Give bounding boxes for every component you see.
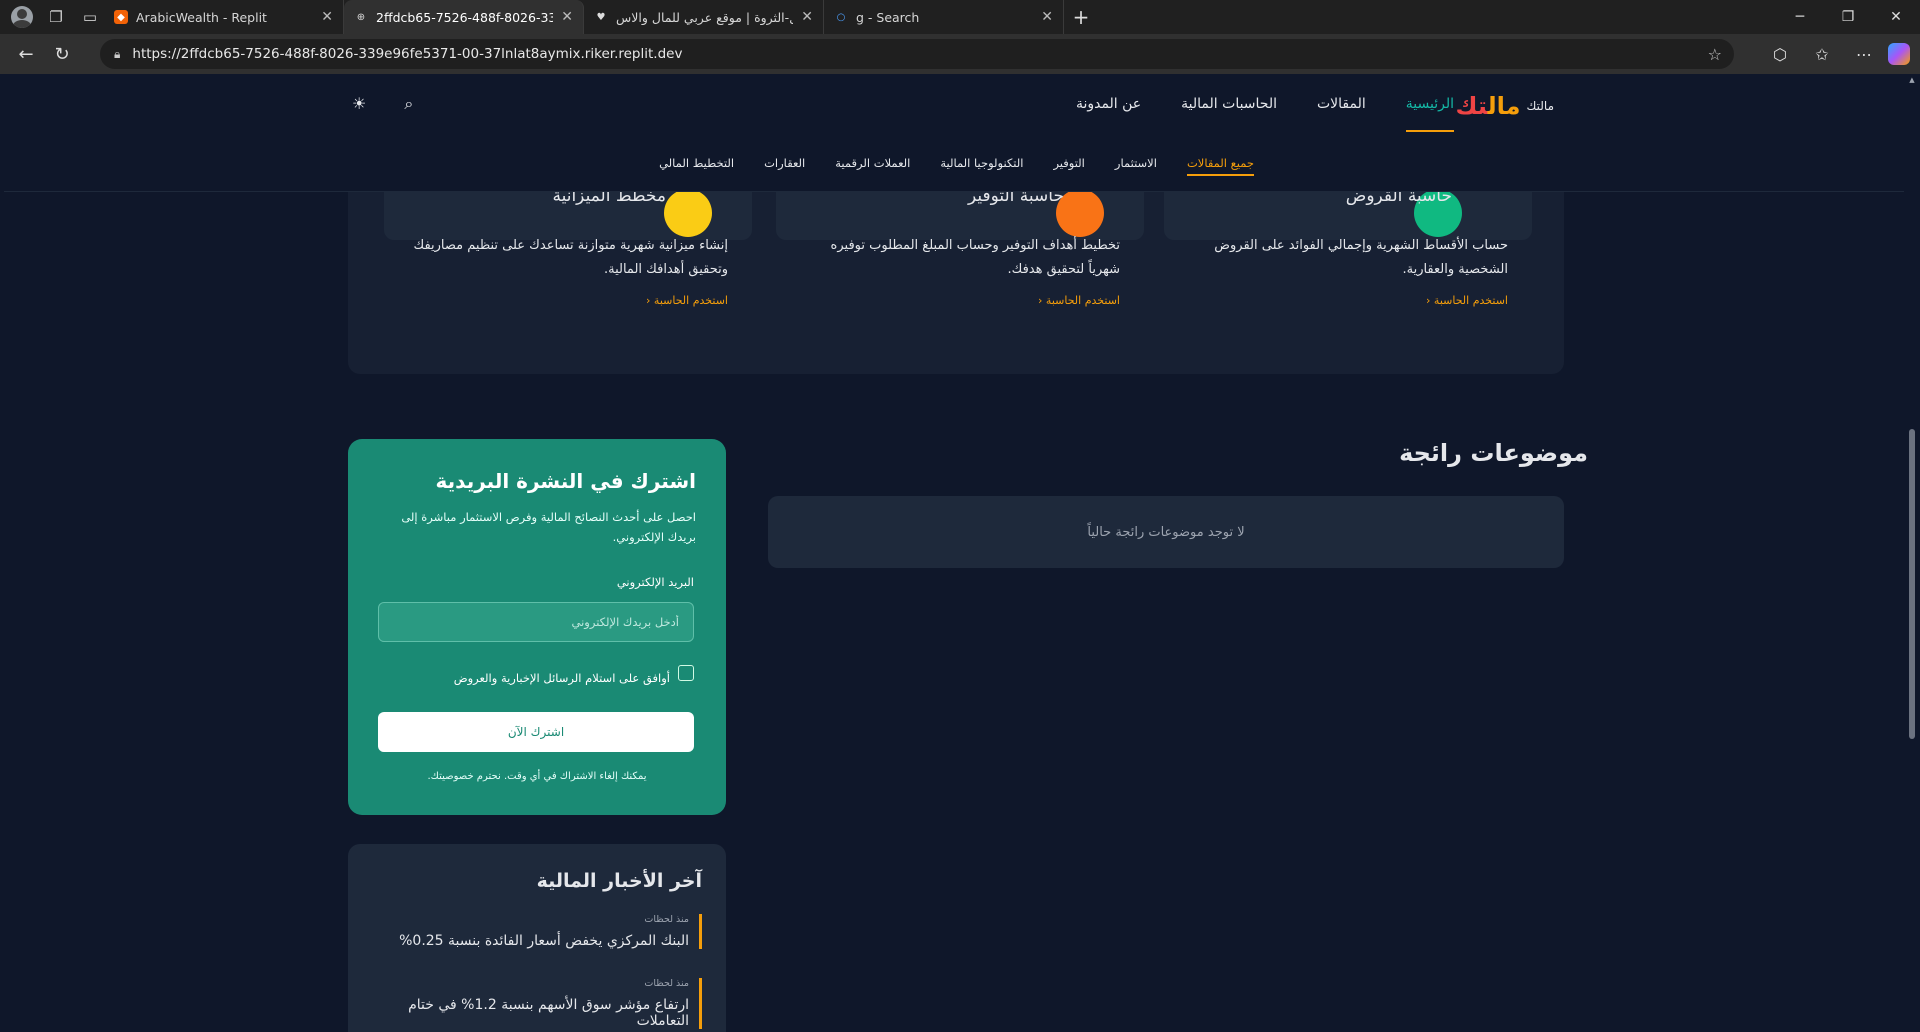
minimize-icon[interactable]: ─	[1776, 0, 1824, 34]
logo-image: مالتك	[1526, 99, 1554, 113]
newsletter-title: اشترك في النشرة البريدية	[435, 469, 696, 493]
browser-tabbar: ❐ ▭ ◆ ArabicWealth - Replit ✕ ⊕ 2ffdcb65…	[0, 0, 1920, 34]
tabbar-left: ❐ ▭	[0, 0, 104, 34]
main-nav: الرئيسية المقالات الحاسبات المالية عن ال…	[1076, 96, 1454, 132]
link-label: استخدم الحاسبة	[1433, 294, 1508, 307]
chevron-left-icon: ‹	[1038, 294, 1043, 307]
favorites-icon[interactable]: ✩	[1804, 36, 1840, 72]
address-bar[interactable]: 🔒︎ https://2ffdcb65-7526-488f-8026-339e9…	[100, 39, 1734, 69]
news-headline: البنك المركزي يخفض أسعار الفائدة بنسبة 0…	[399, 933, 689, 949]
nav-calculators[interactable]: الحاسبات المالية	[1181, 96, 1277, 132]
copilot-icon[interactable]	[1888, 43, 1910, 65]
globe-icon: ⊕	[356, 11, 366, 23]
logo-text: مالتك	[1455, 92, 1520, 120]
news-item[interactable]: منذ لحظات ارتفاع مؤشر سوق الأسهم بنسبة 1…	[382, 978, 702, 1029]
nav-home[interactable]: الرئيسية	[1405, 96, 1454, 132]
workspaces-icon[interactable]: ❐	[42, 3, 70, 31]
cat-crypto[interactable]: العملات الرقمية	[835, 156, 910, 176]
refresh-icon[interactable]: ↻	[44, 36, 80, 72]
use-calculator-link[interactable]: استخدم الحاسبة ‹	[1038, 294, 1120, 307]
cat-investment[interactable]: الاستثمار	[1115, 156, 1157, 176]
site-logo[interactable]: مالتك مالتك	[1455, 92, 1554, 120]
consent-label: أوافق على استلام الرسائل الإخبارية والعر…	[453, 671, 670, 685]
back-arrow-icon[interactable]: ←	[8, 36, 44, 72]
email-label: البريد الإلكتروني	[616, 575, 694, 589]
url-text: https://2ffdcb65-7526-488f-8026-339e96fe…	[132, 46, 683, 62]
newsletter-card: اشترك في النشرة البريدية احصل على أحدث ا…	[348, 439, 726, 815]
news-headline: ارتفاع مؤشر سوق الأسهم بنسبة 1.2% في ختا…	[408, 997, 689, 1029]
page-scrollbar[interactable]: ▲	[1908, 74, 1916, 1032]
logo-text-a: مال	[1487, 92, 1521, 120]
profile-avatar-icon	[11, 6, 33, 28]
heart-favicon-icon: ♥	[596, 11, 606, 23]
favorite-star-icon[interactable]: ☆	[1708, 45, 1722, 64]
trending-empty-text: لا توجد موضوعات رائجة حالياً	[1087, 524, 1245, 540]
newsletter-note: يمكنك إلغاء الاشتراك في أي وقت. نحترم خص…	[427, 771, 647, 782]
tab-search[interactable]: ○ g - Search ✕	[824, 0, 1064, 34]
profile-button[interactable]	[8, 3, 36, 31]
tab-title: g - Search	[856, 9, 920, 25]
tab-replit[interactable]: ◆ ArabicWealth - Replit ✕	[104, 0, 344, 34]
news-title: آخر الأخبار المالية	[536, 870, 702, 892]
link-label: استخدم الحاسبة	[653, 294, 728, 307]
close-tab-icon[interactable]: ✕	[1041, 9, 1053, 25]
news-time: منذ لحظات	[644, 978, 689, 989]
web-page: حاسبة القروض حساب الأقساط الشهرية وإجمال…	[4, 74, 1904, 1032]
tab-current[interactable]: ⊕ 2ffdcb65-7526-488f-8026-339e9f ✕	[344, 0, 584, 34]
tab-title: مال-الثروة | موقع عربي للمال والاس	[616, 9, 794, 25]
search-icon[interactable]: ⌕	[404, 94, 413, 114]
tab-title: ArabicWealth - Replit	[136, 9, 267, 25]
news-item[interactable]: منذ لحظات البنك المركزي يخفض أسعار الفائ…	[382, 914, 702, 949]
latest-news-card: آخر الأخبار المالية منذ لحظات البنك المر…	[348, 844, 726, 1032]
consent-checkbox[interactable]	[678, 665, 694, 681]
use-calculator-link[interactable]: استخدم الحاسبة ‹	[1426, 294, 1508, 307]
tab-actions-icon[interactable]: ▭	[76, 3, 104, 31]
budget-icon	[664, 189, 712, 237]
header-icons: ☀ ⌕	[352, 94, 413, 114]
browser-toolbar: ← ↻ 🔒︎ https://2ffdcb65-7526-488f-8026-3…	[0, 34, 1920, 74]
new-tab-button[interactable]: +	[1064, 0, 1098, 34]
nav-about[interactable]: عن المدونة	[1076, 96, 1141, 132]
calc-description: حساب الأقساط الشهرية وإجمالي الفوائد على…	[1214, 238, 1508, 277]
cat-realestate[interactable]: العقارات	[764, 156, 805, 176]
lock-icon[interactable]: 🔒︎	[114, 47, 120, 62]
close-window-icon[interactable]: ✕	[1872, 0, 1920, 34]
email-input[interactable]	[378, 602, 694, 642]
replit-favicon-icon: ◆	[114, 10, 128, 24]
scroll-up-arrow-icon[interactable]: ▲	[1908, 76, 1916, 84]
tab-title: 2ffdcb65-7526-488f-8026-339e9f	[376, 9, 554, 25]
scroll-thumb[interactable]	[1909, 429, 1915, 739]
window-controls: ─ ❐ ✕	[1776, 0, 1920, 34]
link-label: استخدم الحاسبة	[1045, 294, 1120, 307]
cat-fintech[interactable]: التكنولوجيا المالية	[940, 156, 1023, 176]
tab-malthrwa[interactable]: ♥ مال-الثروة | موقع عربي للمال والاس ✕	[584, 0, 824, 34]
calc-description: تخطيط أهداف التوفير وحساب المبلغ المطلوب…	[830, 238, 1120, 277]
cat-all[interactable]: جميع المقالات	[1186, 156, 1254, 176]
trending-empty-box: لا توجد موضوعات رائجة حالياً	[768, 496, 1564, 568]
trending-title: موضوعات رائجة	[1399, 439, 1588, 467]
consent-row: أوافق على استلام الرسائل الإخبارية والعر…	[454, 661, 694, 685]
theme-toggle-sun-icon[interactable]: ☀	[352, 94, 366, 114]
category-nav: جميع المقالات الاستثمار التوفير التكنولو…	[659, 156, 1254, 176]
search-favicon-icon: ○	[836, 11, 846, 23]
extensions-icon[interactable]: ⬡	[1762, 36, 1798, 72]
site-header: مالتك مالتك الرئيسية المقالات الحاسبات ا…	[4, 74, 1904, 192]
cat-planning[interactable]: التخطيط المالي	[659, 156, 734, 176]
toolbar-right: ⬡ ✩ ⋯	[1762, 34, 1910, 74]
restore-icon[interactable]: ❐	[1824, 0, 1872, 34]
close-tab-icon[interactable]: ✕	[561, 9, 573, 25]
newsletter-description: احصل على أحدث النصائح المالية وفرص الاست…	[401, 510, 696, 544]
chevron-left-icon: ‹	[646, 294, 651, 307]
subscribe-button[interactable]: اشترك الآن	[378, 712, 694, 752]
more-menu-icon[interactable]: ⋯	[1846, 36, 1882, 72]
chevron-left-icon: ‹	[1426, 294, 1431, 307]
logo-text-b: تك	[1455, 92, 1488, 120]
use-calculator-link[interactable]: استخدم الحاسبة ‹	[646, 294, 728, 307]
calc-description: إنشاء ميزانية شهرية متوازنة تساعدك على ت…	[413, 238, 728, 277]
nav-articles[interactable]: المقالات	[1317, 96, 1366, 132]
close-tab-icon[interactable]: ✕	[801, 9, 813, 25]
news-time: منذ لحظات	[644, 914, 689, 925]
close-tab-icon[interactable]: ✕	[321, 9, 333, 25]
cat-savings[interactable]: التوفير	[1053, 156, 1084, 176]
